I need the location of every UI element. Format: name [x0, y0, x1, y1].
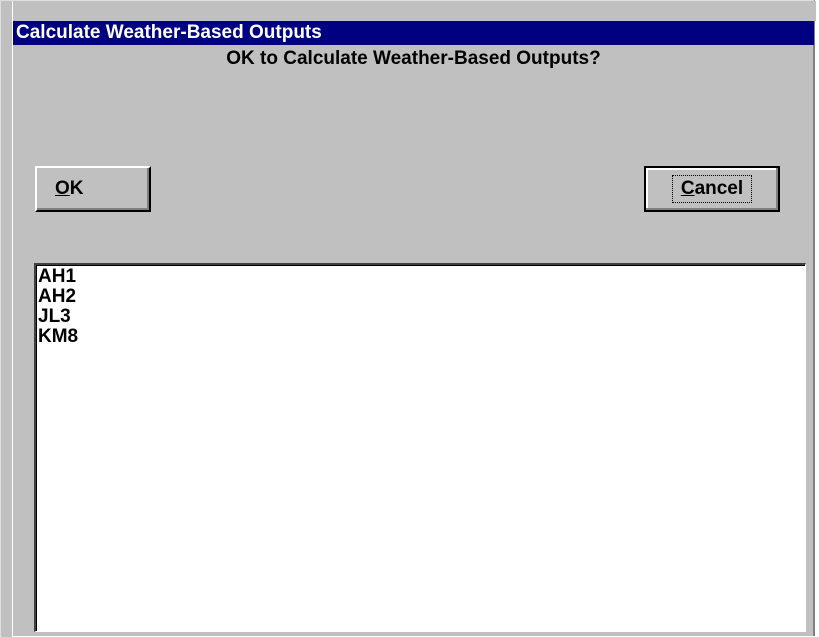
window-top-frame: [1, 1, 816, 21]
cancel-button-label: ancel: [694, 178, 744, 199]
output-list[interactable]: AH1 AH2 JL3 KM8: [34, 263, 806, 632]
cancel-button[interactable]: Cancel: [644, 166, 780, 212]
cancel-button-mnemonic: C: [680, 178, 695, 199]
list-item[interactable]: KM8: [38, 327, 803, 347]
confirmation-prompt: OK to Calculate Weather-Based Outputs?: [226, 48, 601, 69]
window-title: Calculate Weather-Based Outputs: [16, 22, 322, 43]
dialog-window: Calculate Weather-Based Outputs OK to Ca…: [0, 0, 816, 637]
cancel-focus-rect: Cancel: [671, 175, 753, 203]
list-item[interactable]: AH1: [38, 267, 803, 287]
list-item[interactable]: JL3: [38, 307, 803, 327]
window-left-frame: [1, 1, 13, 637]
ok-button[interactable]: OK: [35, 166, 151, 212]
ok-button-label: K: [69, 178, 84, 199]
list-item[interactable]: AH2: [38, 287, 803, 307]
title-bar[interactable]: Calculate Weather-Based Outputs: [13, 21, 814, 45]
ok-button-mnemonic: O: [55, 178, 70, 199]
